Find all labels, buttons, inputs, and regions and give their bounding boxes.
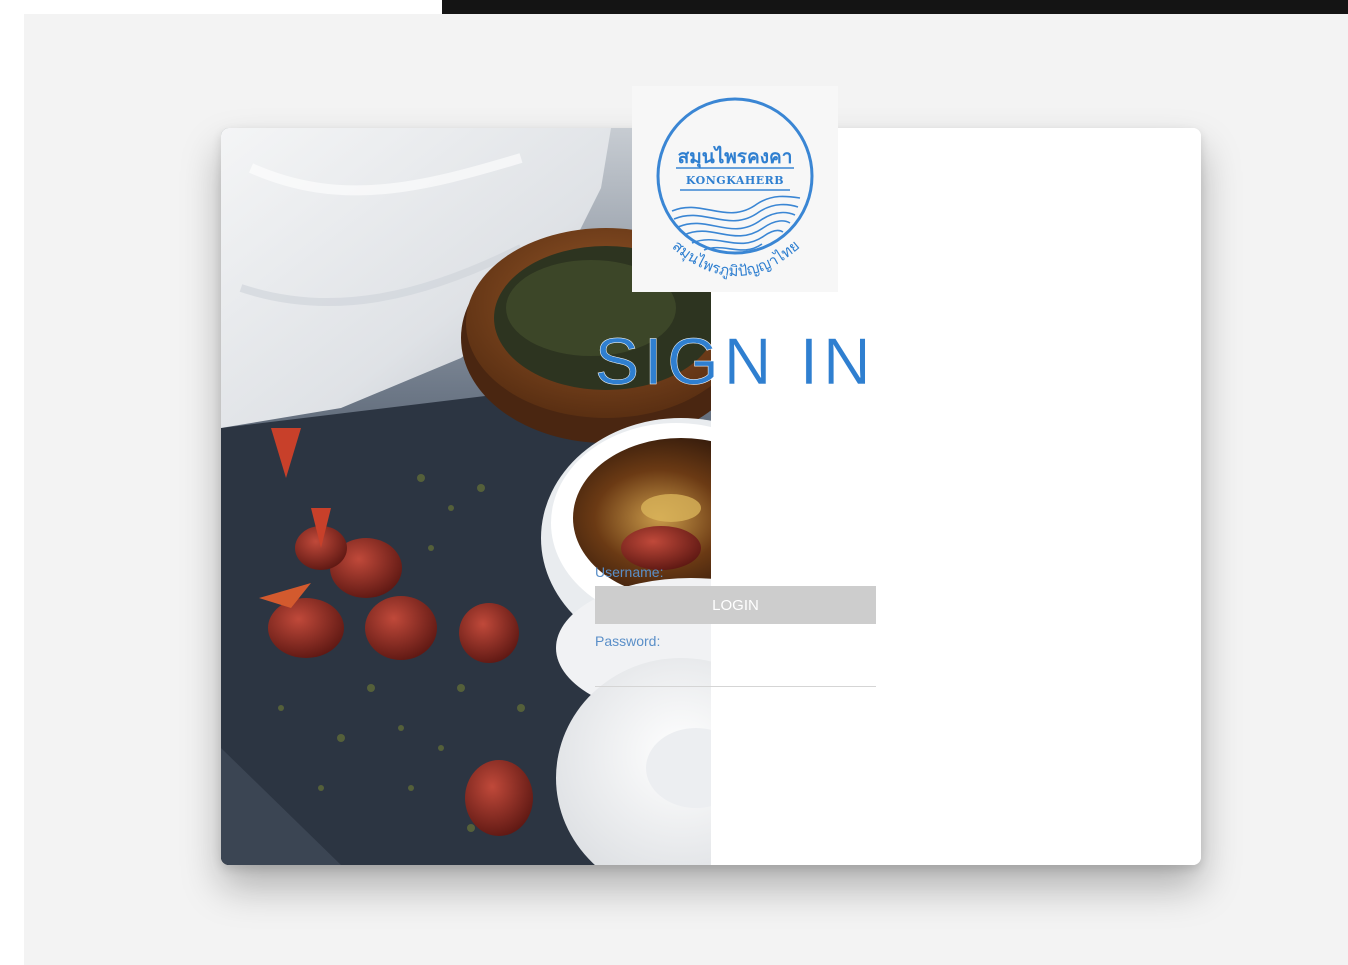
logo-thai-name: สมุนไพรคงคา bbox=[678, 145, 793, 169]
username-label: Username: bbox=[595, 564, 664, 580]
sign-in-title: SIGN IN bbox=[595, 324, 876, 398]
login-button[interactable]: LOGIN bbox=[595, 586, 876, 624]
password-label: Password: bbox=[595, 633, 661, 649]
logo-english-name: KONGKAHERB bbox=[686, 174, 784, 187]
top-dark-bar bbox=[442, 0, 1348, 14]
kongkaherb-logo: สมุนไพรคงคา KONGKAHERB สมุนไพรภูมิปัญญาไ… bbox=[632, 86, 838, 292]
password-input[interactable] bbox=[595, 660, 876, 687]
